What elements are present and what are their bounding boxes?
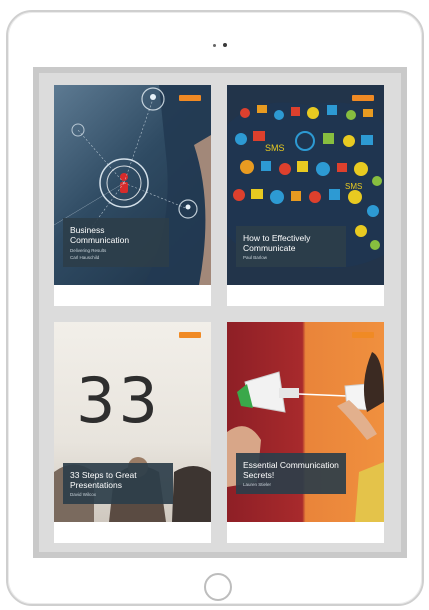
- book-title: How to Effectively Communicate: [243, 233, 311, 253]
- book-card-how-to-effectively-communicate[interactable]: SMS SMS How to Effectively Communicate P…: [227, 85, 384, 306]
- publisher-badge-icon: [179, 332, 201, 338]
- book-card-business-communication[interactable]: Business Communication Delivering Result…: [54, 85, 211, 306]
- book-cover: SMS SMS How to Effectively Communicate P…: [227, 85, 384, 285]
- book-author: Paul Barlow: [243, 255, 268, 260]
- book-card-33-steps[interactable]: 33 33 Steps to Great Presentations David…: [54, 322, 211, 543]
- book-cover: Business Communication Delivering Result…: [54, 85, 211, 285]
- book-cover: 33 33 Steps to Great Presentations David…: [54, 322, 211, 522]
- book-caption: 33 Steps to Great Presentations David Wi…: [63, 463, 173, 504]
- book-caption: Essential Communication Secrets! Lauren …: [236, 453, 346, 494]
- book-cover: Essential Communication Secrets! Lauren …: [227, 322, 384, 522]
- book-subtitle: Delivering Results: [70, 248, 107, 253]
- home-button-icon[interactable]: [204, 573, 232, 601]
- camera-icon: [211, 42, 233, 48]
- book-card-essential-communication-secrets[interactable]: Essential Communication Secrets! Lauren …: [227, 322, 384, 543]
- book-title: 33 Steps to Great Presentations: [70, 470, 137, 490]
- book-author: Carl Hauschild: [70, 255, 100, 260]
- publisher-badge-icon: [179, 95, 201, 101]
- book-title: Essential Communication Secrets!: [243, 460, 339, 480]
- book-title: Business Communication: [70, 225, 130, 245]
- svg-text:SMS: SMS: [345, 182, 362, 191]
- book-author: David Wilcox: [70, 492, 97, 497]
- svg-text:SMS: SMS: [265, 143, 285, 153]
- book-caption: How to Effectively Communicate Paul Barl…: [236, 226, 346, 267]
- publisher-badge-icon: [352, 95, 374, 101]
- book-caption: Business Communication Delivering Result…: [63, 218, 169, 267]
- publisher-badge-icon: [352, 332, 374, 338]
- book-author: Lauren Stieler: [243, 482, 272, 487]
